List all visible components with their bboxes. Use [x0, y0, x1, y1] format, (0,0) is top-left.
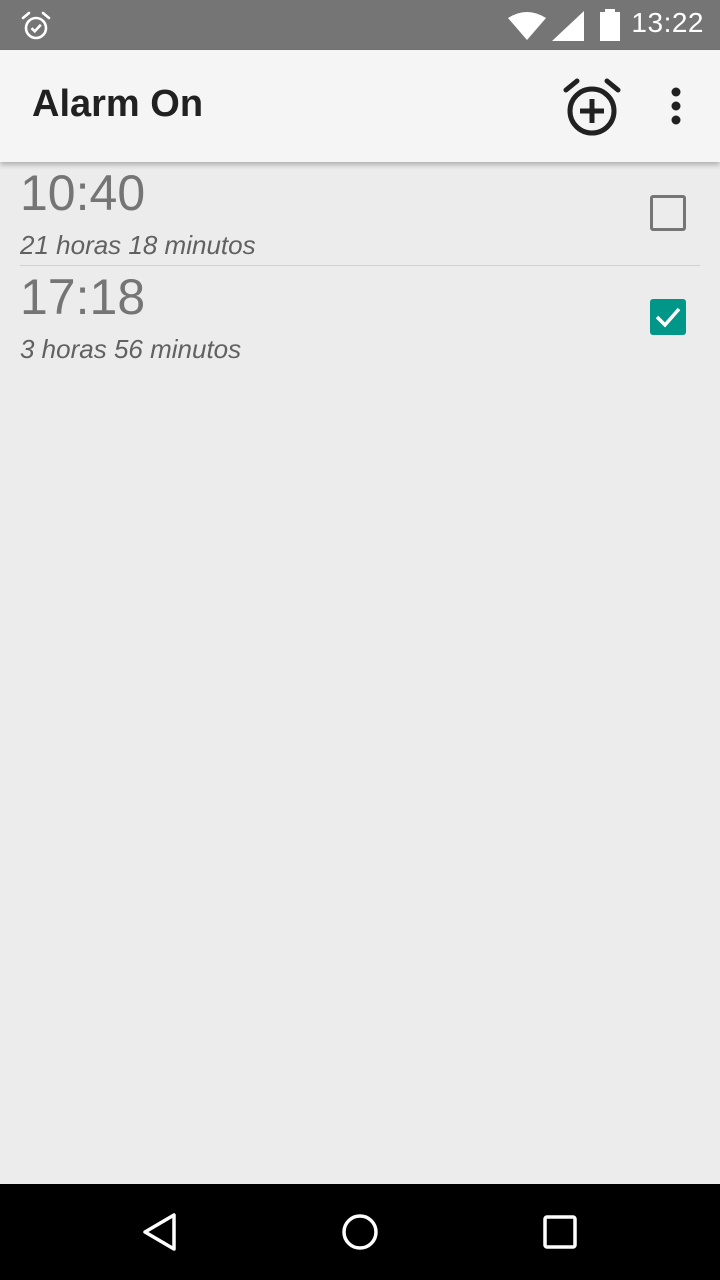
page-title: Alarm On [32, 83, 204, 125]
alarm-icon [21, 11, 51, 40]
screen: 13:22 Alarm On 10:40 21 horas 18 minutos… [0, 0, 720, 1280]
overflow-menu-icon[interactable] [656, 80, 696, 136]
checkmark-icon [655, 307, 681, 328]
alarm-list: 10:40 21 horas 18 minutos 17:18 3 horas … [0, 162, 720, 370]
alarm-item[interactable]: 10:40 21 horas 18 minutos [0, 162, 720, 266]
home-icon[interactable] [338, 1210, 382, 1254]
app-bar: Alarm On [0, 50, 720, 162]
signal-icon [552, 11, 584, 41]
wifi-icon [508, 12, 546, 40]
alarm-enabled-checkbox[interactable] [650, 195, 686, 231]
recents-icon[interactable] [538, 1210, 582, 1254]
status-bar: 13:22 [0, 0, 720, 50]
alarm-time: 10:40 [20, 165, 146, 221]
battery-icon [600, 9, 620, 41]
alarm-remaining: 3 horas 56 minutos [20, 334, 242, 364]
alarm-item[interactable]: 17:18 3 horas 56 minutos [0, 266, 720, 370]
status-clock: 13:22 [631, 7, 704, 38]
back-icon[interactable] [138, 1210, 182, 1254]
add-alarm-icon[interactable] [560, 76, 624, 140]
alarm-enabled-checkbox[interactable] [650, 299, 686, 335]
alarm-time: 17:18 [20, 269, 146, 325]
navigation-bar [0, 1184, 720, 1280]
alarm-remaining: 21 horas 18 minutos [20, 230, 256, 260]
